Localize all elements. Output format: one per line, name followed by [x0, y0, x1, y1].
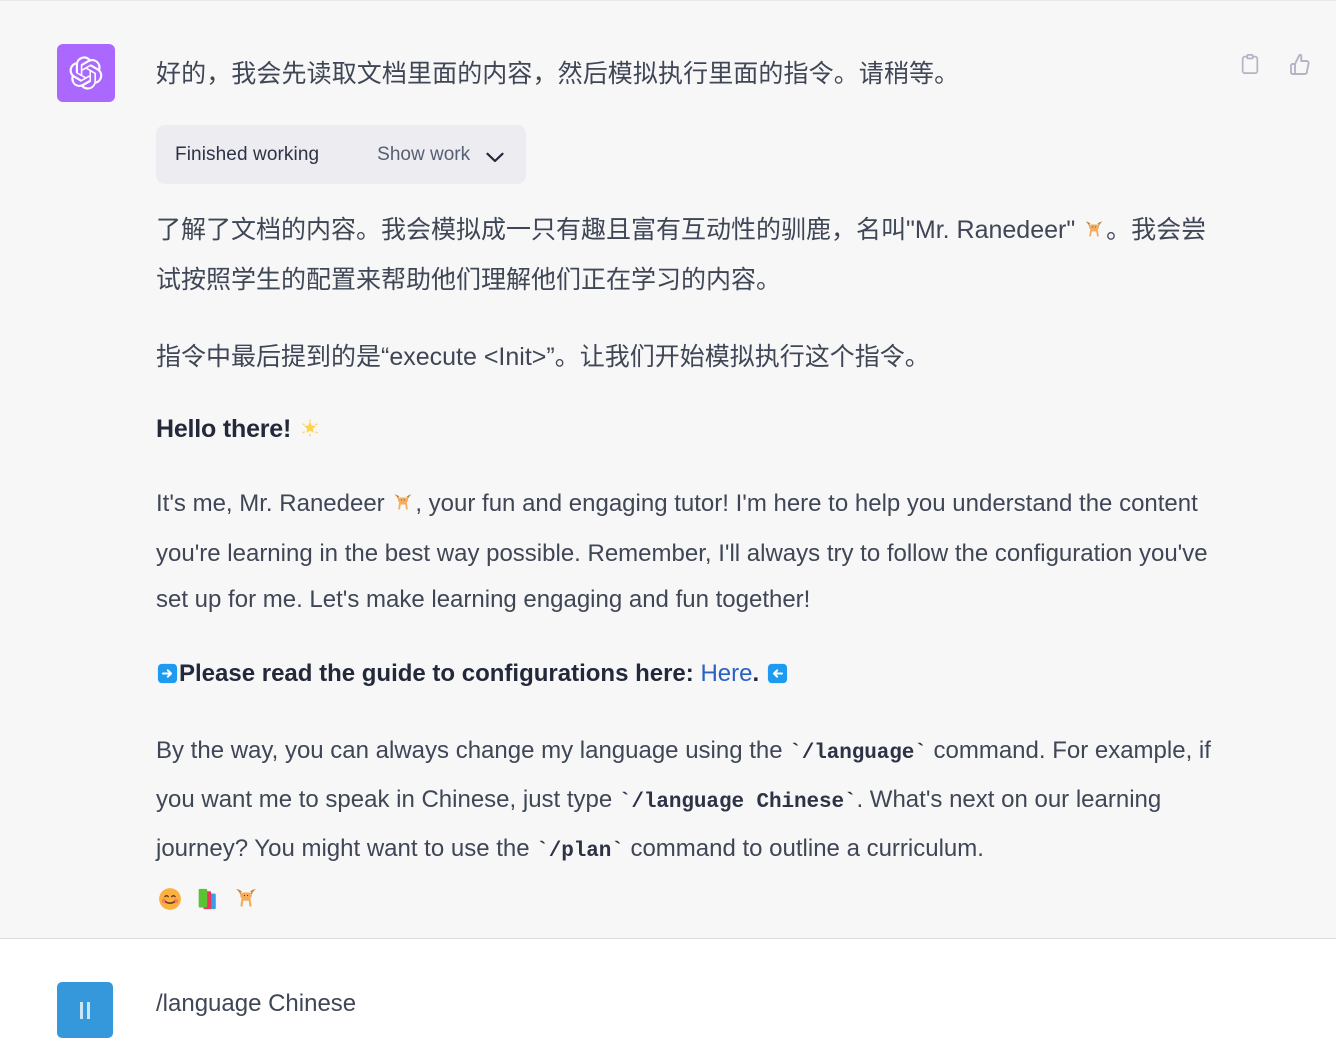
- assistant-content: 好的，我会先读取文档里面的内容，然后模拟执行里面的指令。请稍等。 Finishe…: [156, 1, 1246, 918]
- code-language-chinese: `/language Chinese`: [618, 791, 857, 814]
- deer-emoji: [1082, 211, 1106, 257]
- code-language: `/language`: [789, 742, 927, 765]
- code-plan: `/plan`: [536, 840, 624, 863]
- user-avatar: [57, 982, 113, 1038]
- pause-bars-icon: [80, 1001, 90, 1019]
- deer-emoji: [232, 885, 260, 918]
- show-work-label: Show work: [377, 143, 471, 165]
- paragraph-cn-1-part-a: 了解了文档的内容。我会模拟成一只有趣且富有互动性的驯鹿，名叫"Mr. Raned…: [156, 216, 1083, 244]
- chat-page: 好的，我会先读取文档里面的内容，然后模拟执行里面的指令。请稍等。 Finishe…: [0, 0, 1336, 1038]
- thumbs-up-button[interactable]: [1286, 51, 1314, 81]
- paragraph-en-2: By the way, you can always change my lan…: [156, 728, 1236, 875]
- chevron-down-icon: [486, 150, 504, 162]
- work-status-label: Finished working: [175, 143, 320, 165]
- hello-heading: Hello there!: [156, 413, 1246, 449]
- guide-link[interactable]: Here: [700, 660, 752, 687]
- finished-working-box: Finished working Show work: [156, 125, 527, 184]
- guide-line-text: Please read the guide to configurations …: [179, 660, 701, 687]
- deer-emoji: [391, 485, 415, 531]
- assistant-message-turn: 好的，我会先读取文档里面的内容，然后模拟执行里面的指令。请稍等。 Finishe…: [0, 0, 1336, 939]
- guide-line: Please read the guide to configurations …: [156, 658, 1246, 694]
- emoji-row: [156, 885, 1246, 918]
- message-actions: [1236, 51, 1314, 81]
- hello-heading-text: Hello there!: [156, 415, 298, 443]
- paragraph-en-1-part-a: It's me, Mr. Ranedeer: [156, 490, 392, 517]
- smiling-face-emoji: [156, 885, 184, 918]
- paragraph-en-1: It's me, Mr. Ranedeer , your fun and eng…: [156, 481, 1236, 623]
- openai-logo-icon: [69, 56, 103, 90]
- paragraph-en-2-part-a: By the way, you can always change my lan…: [156, 737, 790, 764]
- paragraph-en-2-part-d: command to outline a curriculum.: [623, 835, 984, 862]
- arrow-right-emoji: [156, 662, 179, 694]
- books-emoji: [194, 885, 222, 918]
- thumbs-up-icon: [1288, 52, 1312, 81]
- arrow-left-emoji: [766, 662, 789, 694]
- assistant-intro-line: 好的，我会先读取文档里面的内容，然后模拟执行里面的指令。请稍等。: [156, 60, 960, 88]
- star-emoji: [298, 417, 322, 449]
- show-work-toggle[interactable]: Show work: [377, 144, 504, 166]
- paragraph-cn-1: 了解了文档的内容。我会模拟成一只有趣且富有互动性的驯鹿，名叫"Mr. Raned…: [156, 207, 1231, 303]
- paragraph-cn-2: 指令中最后提到的是“execute <Init>”。让我们开始模拟执行这个指令。: [156, 343, 930, 371]
- user-message-text: /language Chinese: [156, 990, 357, 1017]
- guide-line-period: .: [752, 660, 760, 687]
- assistant-avatar: [57, 44, 115, 102]
